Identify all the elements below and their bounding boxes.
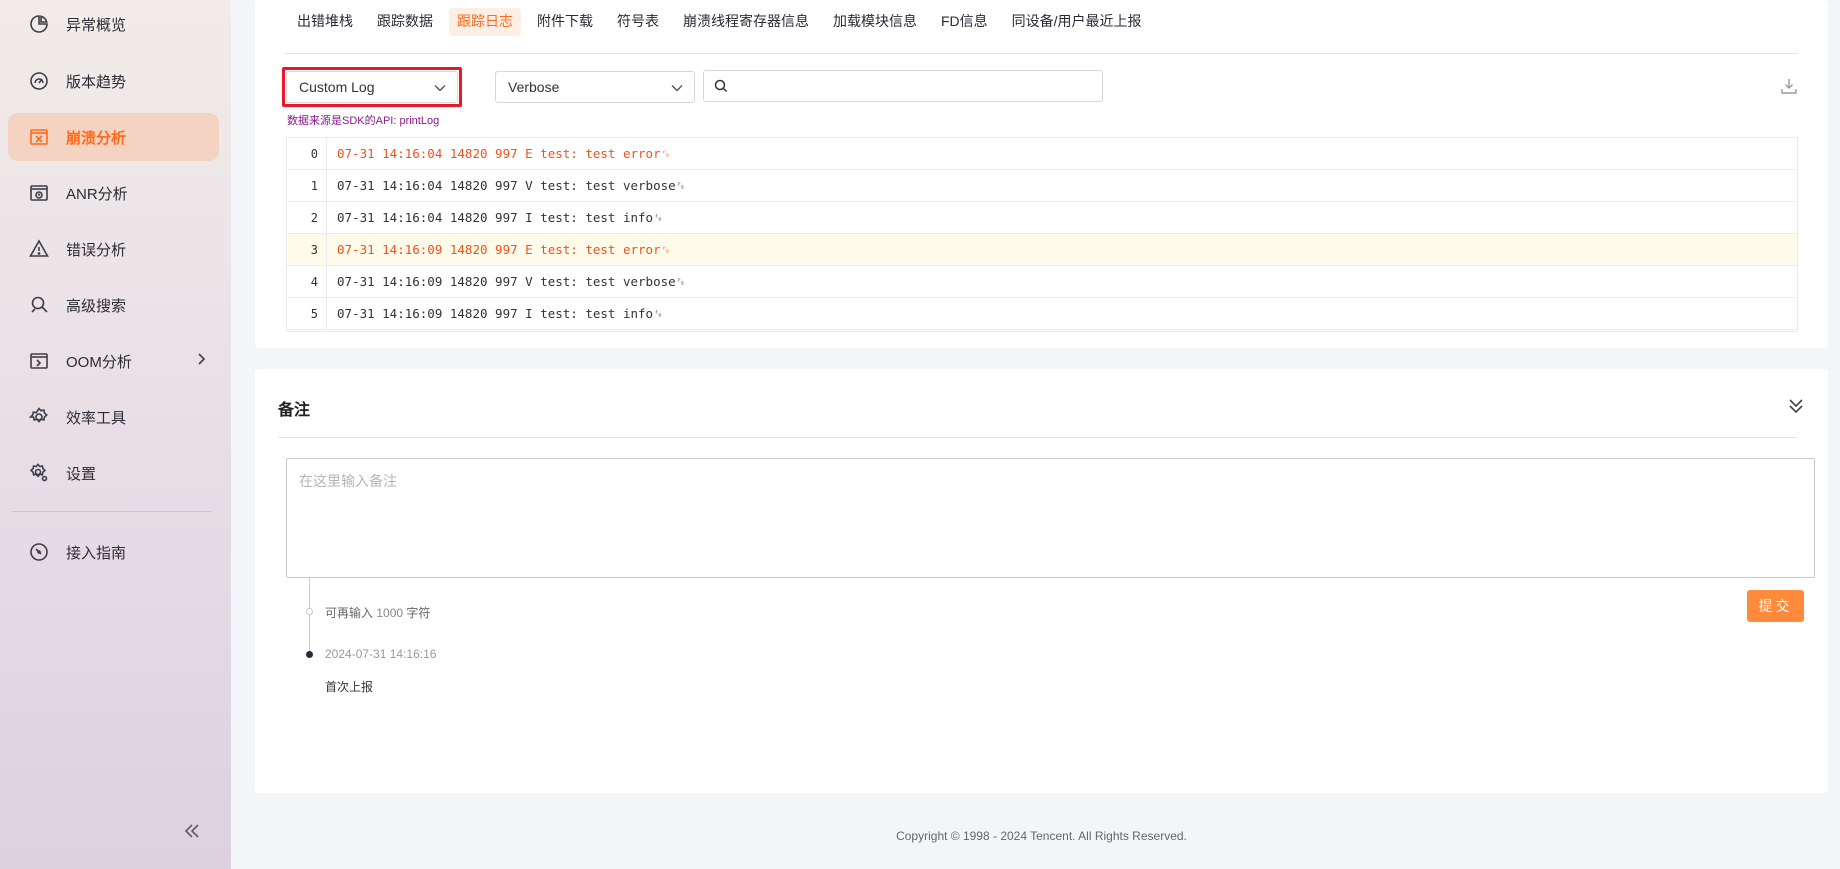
oom-icon bbox=[28, 350, 50, 372]
sidebar-item-anr-analysis[interactable]: ANR分析 bbox=[8, 169, 219, 217]
chevron-down-icon bbox=[433, 81, 447, 95]
sidebar: 异常概览 版本趋势 崩溃分析 ANR分析 错误分析 高级搜索 OOM分析 效率工… bbox=[0, 0, 231, 869]
tab-attachment-download[interactable]: 附件下载 bbox=[529, 8, 601, 36]
log-line-number: 3 bbox=[287, 234, 327, 266]
search-icon bbox=[714, 79, 728, 93]
sidebar-divider bbox=[12, 511, 211, 512]
timeline-event: 首次上报 bbox=[325, 680, 374, 694]
sidebar-item-integration-guide[interactable]: 接入指南 bbox=[8, 528, 219, 576]
gauge-icon bbox=[28, 70, 50, 92]
sidebar-item-advanced-search[interactable]: 高级搜索 bbox=[8, 281, 219, 329]
tabs-divider bbox=[285, 53, 1798, 54]
log-type-select[interactable]: Custom Log bbox=[286, 71, 458, 103]
tab-symbol-table[interactable]: 符号表 bbox=[609, 8, 667, 36]
log-text: 07-31 14:16:09 14820 997 E test: test er… bbox=[337, 242, 671, 257]
log-text: 07-31 14:16:09 14820 997 I test: test in… bbox=[337, 306, 664, 321]
sidebar-item-label: 效率工具 bbox=[66, 409, 127, 427]
sidebar-item-error-analysis[interactable]: 错误分析 bbox=[8, 225, 219, 273]
timeline-line bbox=[309, 578, 310, 654]
log-line-number: 1 bbox=[287, 170, 327, 202]
timeline-dot bbox=[306, 608, 313, 615]
data-source-note: 数据来源是SDK的API: printLog bbox=[287, 115, 440, 127]
crash-icon bbox=[28, 126, 50, 148]
sidebar-item-label: 接入指南 bbox=[66, 544, 127, 562]
log-search-input[interactable] bbox=[734, 75, 1094, 97]
sidebar-item-label: 高级搜索 bbox=[66, 297, 127, 315]
remaining-prefix: 可再输入 bbox=[325, 606, 374, 620]
tab-trace-data[interactable]: 跟踪数据 bbox=[369, 8, 441, 36]
log-text: 07-31 14:16:09 14820 997 V test: test ve… bbox=[337, 274, 686, 289]
remaining-count: 1000 bbox=[376, 606, 404, 620]
tab-loaded-modules[interactable]: 加载模块信息 bbox=[825, 8, 925, 36]
log-search bbox=[703, 70, 1103, 102]
chevron-down-icon bbox=[670, 81, 684, 95]
log-row: 1 07-31 14:16:04 14820 997 V test: test … bbox=[287, 170, 1797, 202]
sidebar-item-label: 设置 bbox=[66, 465, 97, 483]
detail-tabs: 出错堆栈 跟踪数据 跟踪日志 附件下载 符号表 崩溃线程寄存器信息 加载模块信息… bbox=[289, 8, 1158, 36]
log-row: 0 07-31 14:16:04 14820 997 E test: test … bbox=[287, 138, 1797, 170]
log-line-number: 0 bbox=[287, 138, 327, 170]
log-text: 07-31 14:16:04 14820 997 V test: test ve… bbox=[337, 178, 686, 193]
sidebar-item-version-trend[interactable]: 版本趋势 bbox=[8, 57, 219, 105]
detail-card: 出错堆栈 跟踪数据 跟踪日志 附件下载 符号表 崩溃线程寄存器信息 加载模块信息… bbox=[255, 0, 1828, 348]
double-chevron-down-icon[interactable] bbox=[1787, 396, 1805, 416]
warning-icon bbox=[28, 238, 50, 260]
compass-icon bbox=[28, 541, 50, 563]
sidebar-item-crash-analysis[interactable]: 崩溃分析 bbox=[8, 113, 219, 161]
sidebar-item-label: 崩溃分析 bbox=[66, 129, 127, 147]
sidebar-item-settings[interactable]: 设置 bbox=[8, 449, 219, 497]
log-line-number: 2 bbox=[287, 202, 327, 234]
tab-recent-reports[interactable]: 同设备/用户最近上报 bbox=[1004, 8, 1150, 36]
tab-fd-info[interactable]: FD信息 bbox=[933, 8, 996, 36]
log-text: 07-31 14:16:04 14820 997 E test: test er… bbox=[337, 146, 671, 161]
sidebar-item-label: 错误分析 bbox=[66, 241, 127, 259]
sidebar-item-label: ANR分析 bbox=[66, 185, 128, 203]
log-text: 07-31 14:16:04 14820 997 I test: test in… bbox=[337, 210, 664, 225]
tab-trace-log[interactable]: 跟踪日志 bbox=[449, 8, 521, 36]
sidebar-item-label: OOM分析 bbox=[66, 353, 132, 371]
download-icon[interactable] bbox=[1780, 77, 1798, 95]
note-card: 备注 可再输入 1000 字符 2024-07-31 14:16:16 首次上报… bbox=[255, 369, 1828, 793]
log-level-select[interactable]: Verbose bbox=[495, 71, 695, 103]
gear-icon bbox=[28, 406, 50, 428]
log-row: 5 07-31 14:16:09 14820 997 I test: test … bbox=[287, 298, 1797, 330]
sidebar-item-oom-analysis[interactable]: OOM分析 bbox=[8, 337, 219, 385]
log-table: 0 07-31 14:16:04 14820 997 E test: test … bbox=[286, 137, 1798, 332]
sidebar-item-overview[interactable]: 异常概览 bbox=[8, 0, 219, 48]
log-type-value: Custom Log bbox=[299, 79, 375, 95]
log-row-highlighted: 3 07-31 14:16:09 14820 997 E test: test … bbox=[287, 234, 1797, 266]
timeline-date: 2024-07-31 14:16:16 bbox=[325, 647, 437, 661]
chevron-right-icon bbox=[193, 351, 209, 372]
footer-copyright: Copyright © 1998 - 2024 Tencent. All Rig… bbox=[896, 829, 1187, 843]
pie-chart-icon bbox=[28, 13, 50, 35]
log-line-number: 4 bbox=[287, 266, 327, 298]
settings-icon bbox=[28, 462, 50, 484]
note-textarea[interactable] bbox=[286, 458, 1815, 578]
note-title: 备注 bbox=[278, 402, 311, 419]
remaining-chars: 可再输入 1000 字符 bbox=[325, 604, 430, 621]
double-chevron-left-icon[interactable] bbox=[181, 820, 203, 842]
magnifier-icon bbox=[28, 294, 50, 316]
note-divider bbox=[278, 437, 1797, 438]
timeline-dot bbox=[306, 651, 313, 658]
sidebar-item-label: 异常概览 bbox=[66, 16, 127, 34]
tab-error-stack[interactable]: 出错堆栈 bbox=[289, 8, 361, 36]
log-row: 2 07-31 14:16:04 14820 997 I test: test … bbox=[287, 202, 1797, 234]
tab-crash-registers[interactable]: 崩溃线程寄存器信息 bbox=[675, 8, 817, 36]
remaining-suffix: 字符 bbox=[406, 606, 431, 620]
sidebar-item-label: 版本趋势 bbox=[66, 73, 127, 91]
anr-icon bbox=[28, 182, 50, 204]
sidebar-item-efficiency-tools[interactable]: 效率工具 bbox=[8, 393, 219, 441]
log-row: 4 07-31 14:16:09 14820 997 V test: test … bbox=[287, 266, 1797, 298]
submit-button[interactable]: 提交 bbox=[1747, 590, 1804, 622]
log-line-number: 5 bbox=[287, 298, 327, 330]
log-level-value: Verbose bbox=[508, 79, 560, 95]
